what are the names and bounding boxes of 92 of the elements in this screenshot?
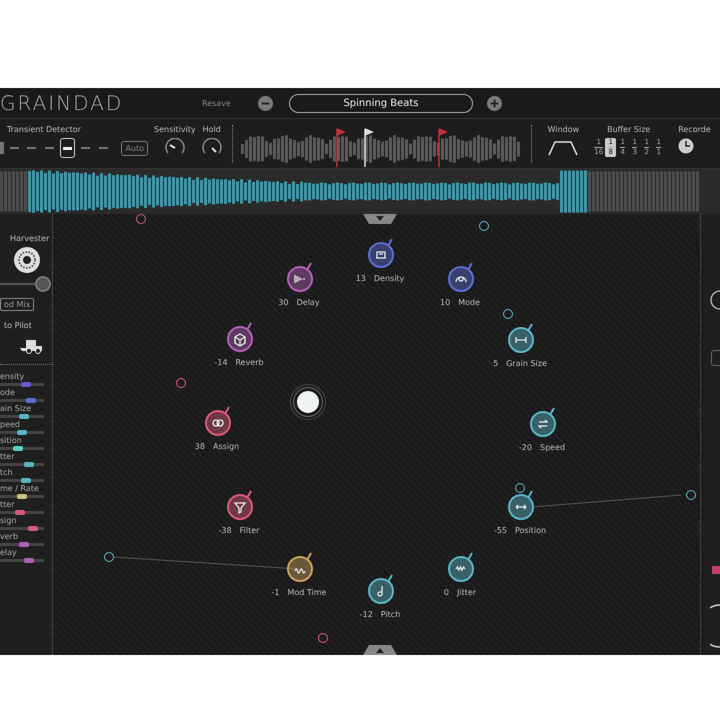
- param-slider[interactable]: [0, 431, 44, 434]
- mod-point[interactable]: [176, 378, 186, 388]
- section-title: Buffer Size: [607, 125, 650, 134]
- param-slider[interactable]: [0, 447, 44, 450]
- param-value: -55: [494, 526, 507, 535]
- param-slider[interactable]: [0, 415, 44, 418]
- param-slider[interactable]: [0, 527, 44, 530]
- app-logo: GRAINDAD: [0, 91, 124, 115]
- param-name: Mode: [458, 298, 480, 307]
- param-value: 10: [440, 298, 450, 307]
- param-name: Grain Size: [506, 359, 547, 368]
- param-label: sition: [0, 436, 23, 445]
- param-name: Jitter: [457, 588, 476, 597]
- collapse-tab[interactable]: [363, 214, 397, 224]
- mod-point[interactable]: [104, 552, 114, 562]
- mod-point[interactable]: [515, 483, 525, 493]
- auto-button[interactable]: Auto: [121, 140, 148, 156]
- param-knob[interactable]: [285, 551, 315, 583]
- mod-point[interactable]: [136, 214, 146, 224]
- param-label: ensity: [0, 372, 26, 381]
- harvester-icon[interactable]: [18, 338, 44, 354]
- minus-icon[interactable]: [258, 96, 273, 110]
- knob-label: Sensitivity: [154, 125, 196, 134]
- param-name: Reverb: [235, 358, 264, 367]
- param-name: Assign: [213, 442, 240, 451]
- param-slider[interactable]: [0, 511, 44, 514]
- param-label: elay: [0, 548, 18, 557]
- param-knob[interactable]: [225, 489, 255, 521]
- param-label: peed: [0, 420, 21, 429]
- param-label: sign: [0, 516, 18, 525]
- param-label: tch: [0, 468, 14, 477]
- param-value: -38: [218, 526, 232, 535]
- expand-tab[interactable]: [363, 645, 397, 655]
- resave-button[interactable]: Resave: [202, 98, 252, 108]
- section-title: Window: [548, 125, 580, 134]
- param-label: ode: [0, 388, 16, 397]
- param-label: ain Size: [0, 404, 32, 413]
- param-slider[interactable]: [0, 495, 44, 498]
- param-name: Position: [514, 526, 546, 535]
- harvester-label: Harvester: [10, 234, 50, 243]
- param-knob[interactable]: [203, 405, 233, 437]
- param-slider[interactable]: [0, 479, 44, 482]
- param-name: Speed: [540, 443, 566, 452]
- mod-point[interactable]: [686, 490, 696, 500]
- center-orb[interactable]: [297, 391, 319, 413]
- plus-icon[interactable]: [487, 96, 502, 110]
- param-slider[interactable]: [0, 383, 44, 386]
- mod-point[interactable]: [318, 633, 328, 643]
- param-value: 30: [278, 298, 289, 307]
- mod-point[interactable]: [479, 221, 489, 231]
- param-value: -1: [272, 588, 280, 597]
- knob-label: Hold: [202, 125, 221, 134]
- param-label: verb: [0, 532, 20, 541]
- param-value: -20: [518, 443, 532, 452]
- param-slider[interactable]: [0, 559, 44, 562]
- param-slider[interactable]: [0, 543, 44, 546]
- clock-icon[interactable]: [678, 138, 694, 154]
- param-label: me / Rate: [0, 484, 40, 493]
- segment-indicator: [0, 142, 4, 154]
- param-value: 13: [356, 274, 366, 283]
- param-knob[interactable]: [528, 406, 558, 438]
- param-slider[interactable]: [0, 463, 44, 466]
- param-slider[interactable]: [0, 399, 44, 402]
- pilot-label: to Pilot: [4, 321, 32, 330]
- param-name: Filter: [240, 526, 260, 535]
- section-title: Transient Detector: [7, 125, 82, 134]
- param-label: tter: [0, 452, 16, 461]
- param-name: Mod Time: [287, 588, 326, 597]
- mix-button[interactable]: od Mix: [0, 298, 34, 311]
- harvester-dial[interactable]: [14, 247, 40, 273]
- param-knob[interactable]: [225, 321, 255, 353]
- mod-point[interactable]: [503, 309, 513, 319]
- param-value: -14: [214, 358, 228, 367]
- param-value: -12: [360, 610, 373, 619]
- param-value: 0: [444, 588, 449, 597]
- param-knob[interactable]: [446, 261, 476, 293]
- param-knob[interactable]: [366, 573, 396, 605]
- param-value: 5: [493, 359, 498, 368]
- param-knob[interactable]: [506, 322, 536, 354]
- param-name: Pitch: [380, 610, 400, 619]
- param-label: tter: [0, 500, 16, 509]
- param-value: 38: [194, 442, 205, 451]
- detector-segment[interactable]: [60, 138, 75, 158]
- param-knob[interactable]: [446, 551, 476, 583]
- param-name: Delay: [296, 298, 320, 307]
- param-knob[interactable]: [506, 489, 536, 521]
- param-knob[interactable]: [285, 261, 315, 293]
- window-shape-icon[interactable]: [548, 140, 578, 156]
- preset-field[interactable]: Spinning Beats: [289, 94, 473, 112]
- param-knob[interactable]: [366, 237, 396, 269]
- param-name: Density: [374, 274, 404, 283]
- section-title: Recorde: [678, 125, 711, 134]
